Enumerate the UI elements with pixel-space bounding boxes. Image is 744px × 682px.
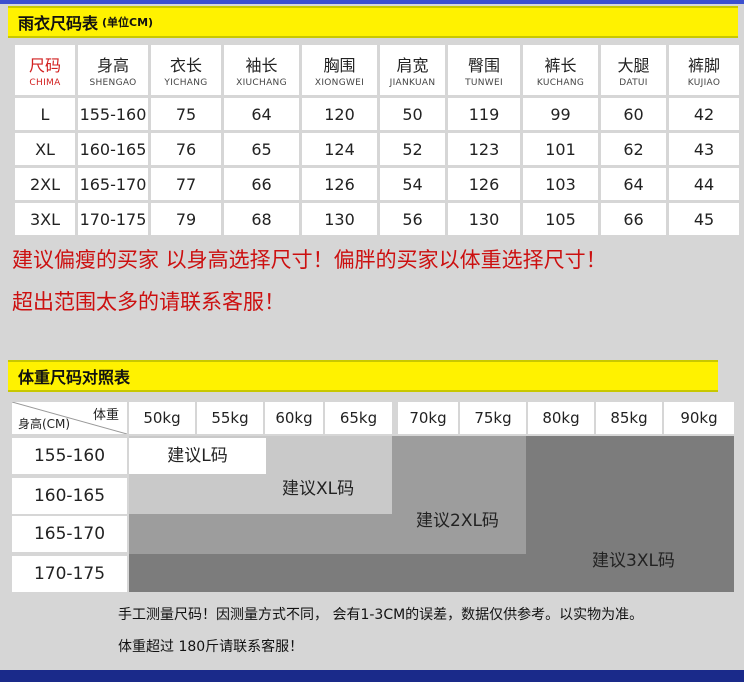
height-cell: 165-170	[12, 516, 127, 552]
header-cell-kuchang: 裤长 KUCHANG	[523, 45, 598, 95]
table-cell: 105	[523, 203, 598, 235]
suggestion-xl: 建议XL码	[282, 479, 355, 499]
table-cell: 123	[448, 133, 520, 165]
table-cell: 43	[669, 133, 739, 165]
header-cell-xiuchang: 袖长 XIUCHANG	[224, 45, 299, 95]
weight-section-title: 体重尺码对照表	[18, 368, 131, 387]
suggestion-l: 建议L码	[129, 438, 266, 474]
size-section-title: 雨衣尺码表	[18, 14, 99, 33]
header-cell-shengao: 身高 SHENGAO	[78, 45, 148, 95]
table-cell: 119	[448, 98, 520, 130]
weight-cell: 75kg	[460, 402, 526, 434]
table-cell: 62	[601, 133, 666, 165]
weight-cell: 80kg	[528, 402, 594, 434]
table-cell: 130	[448, 203, 520, 235]
table-cell: 99	[523, 98, 598, 130]
table-cell: L	[15, 98, 75, 130]
bottom-band	[0, 670, 744, 682]
corner-height-label: 身高(CM)	[18, 417, 71, 431]
header-cell-datui: 大腿 DATUI	[601, 45, 666, 95]
weight-cell: 65kg	[325, 402, 392, 434]
table-row: 3XL 170-175 79 68 130 56 130 105 66 45	[15, 203, 739, 235]
table-cell: 79	[151, 203, 221, 235]
weight-cell: 60kg	[265, 402, 323, 434]
top-band	[0, 0, 744, 4]
height-cell: 160-165	[12, 478, 127, 514]
size-section-header: 雨衣尺码表 (单位CM)	[8, 6, 738, 38]
table-cell: 103	[523, 168, 598, 200]
table-cell: 64	[601, 168, 666, 200]
corner-cell: 体重 身高(CM)	[12, 402, 127, 434]
weight-section-header: 体重尺码对照表	[8, 360, 718, 392]
table-cell: 64	[224, 98, 299, 130]
table-cell: 60	[601, 98, 666, 130]
notice-line-1: 建议偏瘦的买家 以身高选择尺寸！偏胖的买家以体重选择尺寸！	[12, 248, 607, 272]
table-cell: 54	[380, 168, 445, 200]
table-cell: 160-165	[78, 133, 148, 165]
table-cell: 124	[302, 133, 377, 165]
table-row: L 155-160 75 64 120 50 119 99 60 42	[15, 98, 739, 130]
header-cell-kujiao: 裤脚 KUJIAO	[669, 45, 739, 95]
table-row: XL 160-165 76 65 124 52 123 101 62 43	[15, 133, 739, 165]
header-cell-tunwei: 臀围 TUNWEI	[448, 45, 520, 95]
table-cell: 66	[224, 168, 299, 200]
header-cell-yichang: 衣长 YICHANG	[151, 45, 221, 95]
table-cell: 65	[224, 133, 299, 165]
weight-cell: 90kg	[664, 402, 734, 434]
weight-cell: 50kg	[129, 402, 195, 434]
table-cell: 155-160	[78, 98, 148, 130]
table-cell: 68	[224, 203, 299, 235]
table-cell: 75	[151, 98, 221, 130]
table-cell: 52	[380, 133, 445, 165]
table-cell: XL	[15, 133, 75, 165]
size-table: 尺码 CHIMA 身高 SHENGAO 衣长 YICHANG 袖长 XIUCHANG 胸…	[12, 42, 742, 238]
table-cell: 165-170	[78, 168, 148, 200]
header-cell-jiankuan: 肩宽 JIANKUAN	[380, 45, 445, 95]
notice-line-2: 超出范围太多的请联系客服！	[12, 290, 285, 314]
table-cell: 126	[302, 168, 377, 200]
size-table-header-row: 尺码 CHIMA 身高 SHENGAO 衣长 YICHANG 袖长 XIUCHANG 胸…	[15, 45, 739, 95]
footer-note-2: 体重超过 180斤请联系客服！	[118, 639, 304, 655]
header-cell-xiongwei: 胸围 XIONGWEI	[302, 45, 377, 95]
table-cell: 77	[151, 168, 221, 200]
size-section-unit: (单位CM)	[102, 16, 154, 29]
table-cell: 2XL	[15, 168, 75, 200]
height-cell: 170-175	[12, 556, 127, 592]
corner-weight-label: 体重	[92, 408, 119, 423]
table-cell: 44	[669, 168, 739, 200]
table-cell: 3XL	[15, 203, 75, 235]
table-cell: 50	[380, 98, 445, 130]
table-cell: 126	[448, 168, 520, 200]
table-cell: 170-175	[78, 203, 148, 235]
footer-note-1: 手工测量尺码！因测量方式不同， 会有1-3CM的误差，数据仅供参考。以实物为准。	[118, 607, 644, 623]
header-cell-chima: 尺码 CHIMA	[15, 45, 75, 95]
table-cell: 45	[669, 203, 739, 235]
table-cell: 76	[151, 133, 221, 165]
height-cell: 155-160	[12, 438, 127, 474]
table-cell: 130	[302, 203, 377, 235]
weight-cell: 70kg	[398, 402, 458, 434]
suggestion-2xl: 建议2XL码	[416, 511, 499, 531]
table-row: 2XL 165-170 77 66 126 54 126 103 64 44	[15, 168, 739, 200]
weight-height-chart: 体重 身高(CM) 50kg 55kg 60kg 65kg 70kg 75kg …	[12, 402, 734, 594]
suggestion-3xl: 建议3XL码	[592, 551, 675, 571]
weight-cell: 55kg	[197, 402, 263, 434]
table-cell: 120	[302, 98, 377, 130]
table-cell: 66	[601, 203, 666, 235]
table-cell: 101	[523, 133, 598, 165]
table-cell: 42	[669, 98, 739, 130]
table-cell: 56	[380, 203, 445, 235]
weight-cell: 85kg	[596, 402, 662, 434]
